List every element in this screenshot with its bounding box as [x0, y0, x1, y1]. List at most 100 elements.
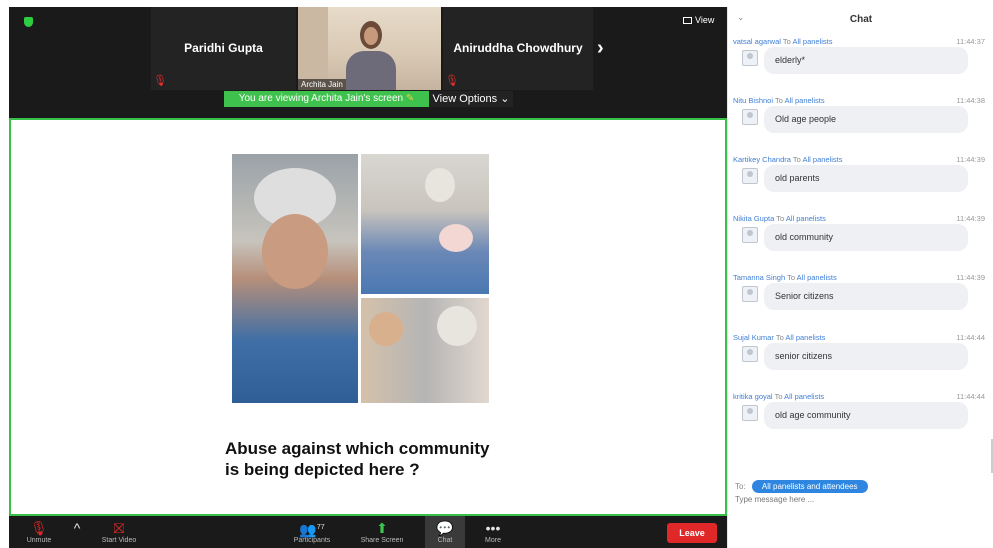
participants-label: Participants: [293, 537, 331, 544]
leave-button[interactable]: Leave: [667, 523, 717, 543]
chat-message-input[interactable]: [735, 495, 985, 504]
viewing-screen-text: You are viewing Archita Jain's screen: [238, 93, 404, 104]
more-label: More: [485, 537, 501, 544]
collage-panel-piggybank: [361, 154, 489, 294]
start-video-label: Start Video: [101, 537, 137, 544]
participant-tile-paridhi[interactable]: Paridhi Gupta 🎙: [151, 7, 296, 90]
sender-name[interactable]: Tamanna Singh: [733, 273, 785, 282]
message-time: 11:44:44: [956, 392, 985, 401]
chat-message: Nikita Gupta To All panelists 11:44:39 o…: [733, 214, 985, 264]
chat-message: vatsal agarwal To All panelists 11:44:37…: [733, 37, 985, 87]
piggy-bank-shape: [439, 224, 473, 252]
participant-tile-aniruddha[interactable]: Aniruddha Chowdhury 🎙: [443, 7, 593, 90]
avatar: [742, 405, 758, 421]
mic-muted-icon: 🎙: [30, 520, 48, 536]
to-label: To:: [735, 482, 746, 491]
recipient-name[interactable]: All panelists: [784, 392, 824, 401]
message-bubble: old parents: [764, 165, 968, 192]
message-bubble: old community: [764, 224, 968, 251]
avatar: [742, 286, 758, 302]
to-word: To: [774, 392, 783, 401]
security-shield-icon: [24, 17, 33, 27]
view-options-button[interactable]: View Options ⌄: [429, 91, 513, 107]
message-header: Nitu Bishnoi To All panelists: [733, 96, 825, 105]
recipient-name[interactable]: All panelists: [803, 155, 843, 164]
message-header: Kartikey Chandra To All panelists: [733, 155, 843, 164]
start-video-button[interactable]: ⛝ Start Video: [95, 519, 143, 544]
gallery-strip: Paridhi Gupta 🎙 Archita Jain Aniruddha C…: [9, 7, 727, 90]
to-word: To: [775, 333, 784, 342]
participant-video-archita[interactable]: Archita Jain: [298, 7, 441, 90]
recipient-name[interactable]: All panelists: [797, 273, 837, 282]
chat-message: Nitu Bishnoi To All panelists 11:44:38 O…: [733, 96, 985, 146]
chat-label: Chat: [437, 537, 453, 544]
pencil-icon: ✎: [405, 93, 415, 104]
avatar: [742, 109, 758, 125]
unmute-button[interactable]: 🎙 Unmute: [21, 519, 57, 544]
participants-icon: 👥77: [299, 521, 325, 538]
hands-shape: [262, 214, 328, 289]
recipient-name[interactable]: All panelists: [785, 333, 825, 342]
message-header: kritika goyal To All panelists: [733, 392, 824, 401]
slide-question-text: Abuse against which community is being d…: [225, 438, 490, 480]
young-woman-shape: [369, 312, 403, 346]
sender-name[interactable]: Nikita Gupta: [733, 214, 774, 223]
to-word: To: [787, 273, 795, 282]
share-screen-button[interactable]: ⬆ Share Screen: [355, 519, 409, 544]
chevron-down-icon: ⌄: [500, 93, 510, 105]
chat-title: Chat: [849, 14, 873, 25]
video-off-icon: ⛝: [113, 520, 125, 536]
message-bubble: old age community: [764, 402, 968, 429]
chat-message: Kartikey Chandra To All panelists 11:44:…: [733, 155, 985, 205]
avatar: [742, 346, 758, 362]
to-word: To: [776, 214, 785, 223]
participants-count: 77: [316, 524, 325, 531]
message-time: 11:44:39: [956, 155, 985, 164]
message-time: 11:44:44: [956, 333, 985, 342]
chat-header: ⌄ Chat: [728, 7, 993, 33]
sender-name[interactable]: Kartikey Chandra: [733, 155, 791, 164]
to-word: To: [792, 155, 801, 164]
message-time: 11:44:39: [956, 214, 985, 223]
sender-name[interactable]: vatsal agarwal: [733, 37, 781, 46]
more-button[interactable]: ••• More: [477, 519, 509, 544]
gallery-next-chevron-icon[interactable]: ›: [597, 37, 604, 60]
message-header: Tamanna Singh To All panelists: [733, 273, 837, 282]
recipient-name[interactable]: All panelists: [785, 96, 825, 105]
view-button[interactable]: View: [683, 15, 714, 25]
to-word: To: [782, 37, 791, 46]
sender-name[interactable]: kritika goyal: [733, 392, 773, 401]
message-header: vatsal agarwal To All panelists: [733, 37, 833, 46]
message-bubble: Old age people: [764, 106, 968, 133]
meeting-window: Paridhi Gupta 🎙 Archita Jain Aniruddha C…: [9, 7, 727, 548]
sender-name[interactable]: Nitu Bishnoi: [733, 96, 773, 105]
collage-panel-argument: [361, 298, 489, 403]
chat-message: Sujal Kumar To All panelists 11:44:44 se…: [733, 333, 985, 383]
unmute-label: Unmute: [26, 537, 52, 544]
man-head-shape: [425, 168, 455, 202]
to-word: To: [774, 96, 783, 105]
avatar: [742, 50, 758, 66]
grid-view-icon: [683, 17, 692, 24]
elder-head-shape: [437, 306, 477, 346]
more-dots-icon: •••: [485, 520, 501, 536]
background-shelf: [298, 7, 328, 90]
meeting-toolbar: 🎙 Unmute ^ ⛝ Start Video 👥77 Participant…: [9, 516, 727, 548]
sender-name[interactable]: Sujal Kumar: [733, 333, 774, 342]
chat-bubble-icon: 💬: [436, 520, 454, 536]
participant-name: Aniruddha Chowdhury: [453, 41, 583, 55]
viewing-screen-label: You are viewing Archita Jain's screen ✎: [224, 91, 429, 107]
participants-button[interactable]: 👥77 Participants: [287, 519, 337, 544]
recipient-name[interactable]: All panelists: [793, 37, 833, 46]
message-bubble: Senior citizens: [764, 283, 968, 310]
audio-options-caret[interactable]: ^: [71, 519, 83, 537]
avatar: [742, 227, 758, 243]
chat-message: kritika goyal To All panelists 11:44:44 …: [733, 392, 985, 442]
message-time: 11:44:39: [956, 273, 985, 282]
recipient-name[interactable]: All panelists: [786, 214, 826, 223]
mic-muted-icon: 🎙: [153, 75, 167, 87]
chat-button[interactable]: 💬 Chat: [429, 519, 461, 544]
collage-panel-woman: [232, 154, 358, 403]
recipient-select[interactable]: All panelists and attendees: [751, 480, 868, 493]
screen-share-banner: You are viewing Archita Jain's screen ✎ …: [224, 91, 513, 107]
